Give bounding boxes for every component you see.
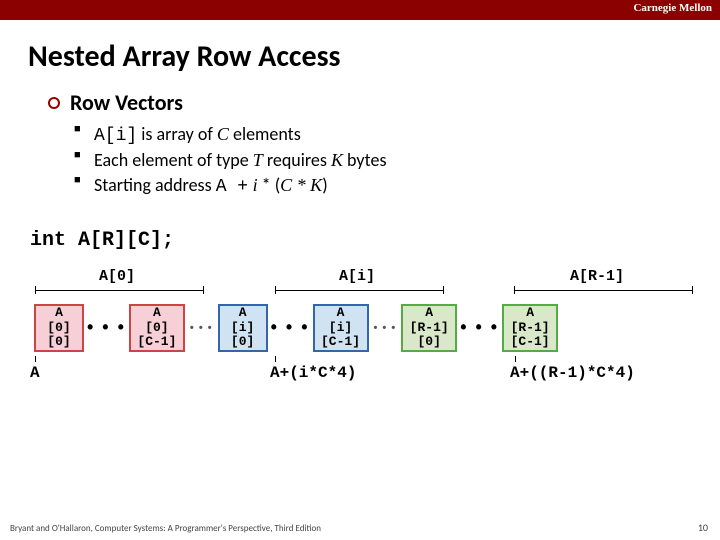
bullet-item-2: Each element of type T requires K bytes — [94, 148, 680, 172]
row-label-0: A[0] — [87, 268, 147, 285]
row-label-r1: A[R-1] — [567, 268, 627, 285]
ellipsis-icon: • • • — [84, 317, 129, 338]
ellipsis-icon: • • • — [369, 322, 402, 334]
brand-label: Carnegie Mellon — [633, 2, 712, 14]
ellipsis-icon: • • • — [457, 317, 502, 338]
cell-r1-c1: A [R-1] [C-1] — [502, 304, 558, 352]
bullet-list: A[i] is array of C elements Each element… — [48, 122, 680, 199]
footer-credit: Bryant and O'Hallaron, Computer Systems:… — [10, 523, 321, 534]
subtitle-row: Row Vectors — [48, 89, 680, 116]
header-bar: Carnegie Mellon — [0, 0, 720, 20]
row-label-i: A[i] — [327, 268, 387, 285]
address-i: A+(i*C*4) — [270, 364, 356, 382]
slide-title: Nested Array Row Access — [0, 20, 720, 85]
page-number: 10 — [698, 521, 708, 534]
ellipsis-icon: • • • — [185, 322, 218, 334]
address-r1: A+((R-1)*C*4) — [510, 364, 635, 382]
declaration-code: int A[R][C]; — [0, 199, 720, 268]
cell-i-c1: A [i] [C-1] — [313, 304, 369, 352]
subtitle: Row Vectors — [70, 89, 183, 116]
bullet-item-1: A[i] is array of C elements — [94, 122, 680, 148]
ellipsis-icon: • • • — [268, 317, 313, 338]
array-diagram: A[0] A[i] A[R-1] A [0] [0] • • • A [0] [… — [12, 268, 708, 418]
address-a: A — [30, 364, 40, 382]
box-row: A [0] [0] • • • A [0] [C-1] • • • A [i] … — [34, 304, 558, 352]
cell-0-0: A [0] [0] — [34, 304, 84, 352]
cell-i-0: A [i] [0] — [218, 304, 268, 352]
bullet-item-3: Starting address A + i * (C * K) — [94, 173, 680, 199]
cell-0-c1: A [0] [C-1] — [129, 304, 185, 352]
bullet-circle-icon — [48, 97, 60, 109]
cell-r1-0: A [R-1] [0] — [401, 304, 457, 352]
